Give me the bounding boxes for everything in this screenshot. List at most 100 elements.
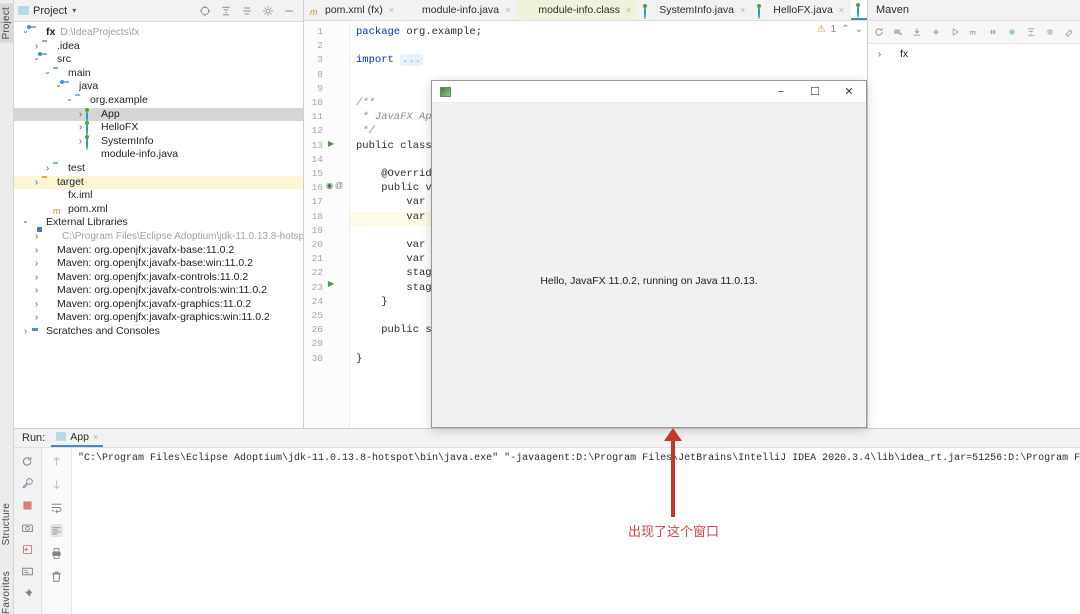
- inspection-status[interactable]: ⚠ 1 ⌃ ⌄: [817, 24, 863, 35]
- rail-tab-favorites[interactable]: Favorites: [0, 568, 14, 614]
- toggle-offline-icon[interactable]: [1007, 26, 1017, 38]
- stop-icon[interactable]: [21, 499, 34, 512]
- chevron-right-icon[interactable]: [31, 311, 42, 325]
- javafx-application-window[interactable]: − ☐ ✕ Hello, JavaFX 11.0.2, running on J…: [431, 80, 867, 428]
- tree-item-hellofx[interactable]: HelloFX: [14, 121, 303, 137]
- chevron-right-icon[interactable]: [31, 244, 42, 258]
- editor-tab-bar[interactable]: m pom.xml (fx) × module-info.java × module-in…: [304, 0, 932, 21]
- summary-icon[interactable]: [21, 565, 34, 578]
- console-output[interactable]: "C:\Program Files\Eclipse Adoptium\jdk-1…: [72, 448, 1080, 614]
- maven-project-tree[interactable]: fx: [868, 44, 1080, 62]
- close-icon[interactable]: ×: [839, 5, 844, 15]
- tree-item-module-info-java[interactable]: module-info.java: [14, 148, 303, 162]
- tree-item-scratches-and-consoles[interactable]: Scratches and Consoles: [14, 325, 303, 339]
- scroll-up-icon[interactable]: [50, 455, 63, 468]
- chevron-down-icon[interactable]: [64, 94, 75, 108]
- maven-tree-item-fx[interactable]: fx: [868, 48, 1080, 62]
- run-gutter-icon[interactable]: ▶: [328, 139, 334, 148]
- chevron-down-icon[interactable]: ▾: [72, 6, 76, 15]
- download-sources-icon[interactable]: [912, 26, 922, 38]
- run-main-gutter-icon[interactable]: ▶: [328, 279, 334, 288]
- locate-icon[interactable]: [199, 5, 211, 17]
- tree-item-maven-org-openjfx-javafx-graphics-11-0-2[interactable]: Maven: org.openjfx:javafx-graphics:11.0.…: [14, 298, 303, 312]
- editor-tab-module-info-java[interactable]: module-info.java ×: [401, 0, 517, 20]
- tree-item-maven-org-openjfx-javafx-base-11-0-2[interactable]: Maven: org.openjfx:javafx-base:11.0.2: [14, 244, 303, 258]
- close-icon[interactable]: ×: [505, 5, 510, 15]
- screenshot-icon[interactable]: [21, 521, 34, 534]
- tree-item-idea[interactable]: .idea: [14, 40, 303, 54]
- annotation-gutter-icon[interactable]: @: [335, 181, 343, 190]
- rail-tab-structure[interactable]: Structure: [0, 500, 14, 548]
- tree-item-target[interactable]: target: [14, 175, 303, 190]
- chevron-right-icon[interactable]: [31, 257, 42, 271]
- scroll-to-end-icon[interactable]: [50, 524, 63, 537]
- tree-item-external-libraries[interactable]: External Libraries: [14, 216, 303, 230]
- tree-item-app[interactable]: App: [14, 107, 303, 123]
- tree-item-maven-org-openjfx-javafx-controls-11-0-2[interactable]: Maven: org.openjfx:javafx-controls:11.0.…: [14, 271, 303, 285]
- chevron-right-icon[interactable]: [31, 176, 42, 190]
- collapse-all-icon[interactable]: [1045, 26, 1055, 38]
- javafx-title-bar[interactable]: − ☐ ✕: [432, 81, 866, 103]
- expand-all-icon[interactable]: [220, 5, 232, 17]
- settings-gear-icon[interactable]: [262, 5, 274, 17]
- chevron-down-icon[interactable]: [20, 216, 31, 230]
- close-icon[interactable]: ×: [626, 5, 631, 15]
- close-icon[interactable]: ×: [93, 432, 98, 442]
- editor-tab-hellofx-java[interactable]: HelloFX.java ×: [752, 0, 851, 20]
- chevron-right-icon[interactable]: [31, 284, 42, 298]
- run-icon[interactable]: [950, 26, 960, 38]
- pin-icon[interactable]: [21, 587, 34, 600]
- tree-item-maven-org-openjfx-javafx-base-win-11-0-2[interactable]: Maven: org.openjfx:javafx-base:win:11.0.…: [14, 257, 303, 271]
- soft-wrap-icon[interactable]: [50, 501, 63, 514]
- chevron-right-icon[interactable]: [31, 271, 42, 285]
- expand-all-icon[interactable]: [1026, 26, 1036, 38]
- minimize-button[interactable]: −: [764, 81, 798, 103]
- chevron-right-icon[interactable]: [874, 48, 885, 62]
- tree-item-11[interactable]: < 11 >C:\Program Files\Eclipse Adoptium\…: [14, 230, 303, 244]
- m-icon[interactable]: m: [969, 26, 979, 38]
- chevron-right-icon[interactable]: [20, 325, 31, 339]
- close-button[interactable]: ✕: [832, 81, 866, 103]
- editor-gutter[interactable]: 1 2 3 8 9 10 11 12 13 14 15 16 17 18 19 20 21 22 23 24 25 26 2…: [304, 21, 350, 428]
- rerun-icon[interactable]: [21, 455, 34, 468]
- override-gutter-icon[interactable]: ◉: [326, 181, 333, 190]
- chevron-right-icon[interactable]: [42, 162, 53, 176]
- print-icon[interactable]: [50, 547, 63, 560]
- tree-item-maven-org-openjfx-javafx-controls-win-11-0-2[interactable]: Maven: org.openjfx:javafx-controls:win:1…: [14, 284, 303, 298]
- tree-item-maven-org-openjfx-javafx-graphics-win-11-0-2[interactable]: Maven: org.openjfx:javafx-graphics:win:1…: [14, 311, 303, 325]
- rail-tab-project[interactable]: Project: [0, 4, 14, 43]
- wrench-icon[interactable]: [21, 477, 34, 490]
- editor-tab-module-info-class[interactable]: module-info.class ×: [517, 0, 639, 20]
- chevron-down-icon[interactable]: ⌄: [855, 24, 863, 35]
- tree-item-src[interactable]: src: [14, 53, 303, 67]
- generate-sources-icon[interactable]: [893, 26, 903, 38]
- collapse-all-icon[interactable]: [241, 5, 253, 17]
- hide-panel-icon[interactable]: [283, 5, 295, 17]
- add-icon[interactable]: [931, 26, 941, 38]
- scroll-down-icon[interactable]: [50, 478, 63, 491]
- tree-item-org-example[interactable]: org.example: [14, 94, 303, 108]
- tree-item-fx-iml[interactable]: fx.iml: [14, 189, 303, 203]
- toggle-skip-tests-icon[interactable]: [988, 26, 998, 38]
- project-tree[interactable]: fx D:\IdeaProjects\fx.ideasrcmainjavaorg.…: [14, 22, 303, 426]
- close-icon[interactable]: ×: [389, 5, 394, 15]
- editor-tab-systeminfo-java[interactable]: SystemInfo.java ×: [638, 0, 752, 20]
- clear-all-icon[interactable]: [50, 570, 63, 583]
- tree-item-fx[interactable]: fx D:\IdeaProjects\fx: [14, 26, 303, 40]
- chevron-right-icon[interactable]: [31, 298, 42, 312]
- maximize-button[interactable]: ☐: [798, 81, 832, 103]
- chevron-up-icon[interactable]: ⌃: [841, 24, 849, 35]
- settings-icon[interactable]: [1064, 26, 1074, 38]
- editor-tab-pom-xml-fx[interactable]: m pom.xml (fx) ×: [304, 0, 401, 20]
- run-tab-app[interactable]: App ×: [51, 430, 104, 447]
- tree-item-pom-xml[interactable]: m pom.xml: [14, 203, 303, 217]
- tree-item-main[interactable]: main: [14, 67, 303, 81]
- tree-item-systeminfo[interactable]: SystemInfo: [14, 135, 303, 151]
- tree-item-test[interactable]: test: [14, 162, 303, 176]
- export-icon[interactable]: [21, 543, 34, 556]
- chevron-right-icon[interactable]: [31, 40, 42, 54]
- close-icon[interactable]: ×: [740, 5, 745, 15]
- reload-icon[interactable]: [874, 26, 884, 38]
- chevron-down-icon[interactable]: [42, 67, 53, 81]
- tree-item-java[interactable]: java: [14, 80, 303, 94]
